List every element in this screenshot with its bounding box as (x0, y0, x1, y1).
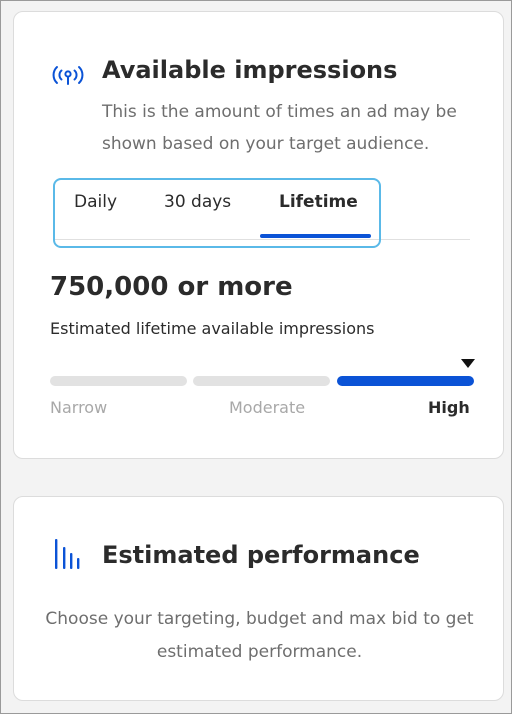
available-impressions-card: Available impressions This is the amount… (13, 11, 504, 459)
tab-30-days[interactable]: 30 days (164, 192, 231, 212)
range-label-narrow: Narrow (50, 398, 108, 417)
bar-chart-icon (55, 539, 81, 569)
performance-description: Choose your targeting, budget and max bi… (45, 609, 474, 662)
impressions-title: Available impressions (102, 56, 398, 84)
range-marker-icon (461, 359, 475, 368)
performance-title: Estimated performance (102, 541, 420, 569)
range-segment-high (337, 376, 474, 386)
active-tab-indicator (260, 234, 371, 238)
range-label-high: High (428, 398, 470, 417)
tab-daily[interactable]: Daily (74, 192, 117, 212)
range-segment-moderate (193, 376, 330, 386)
broadcast-signal-icon (52, 64, 84, 86)
impressions-value: 750,000 or more (50, 272, 293, 302)
impressions-description: This is the amount of times an ad may be… (102, 102, 457, 154)
estimated-performance-card: Estimated performance Choose your target… (13, 496, 504, 701)
range-segment-narrow (50, 376, 187, 386)
tab-lifetime[interactable]: Lifetime (279, 192, 358, 212)
page-frame: Available impressions This is the amount… (0, 0, 512, 714)
range-label-moderate: Moderate (229, 398, 306, 417)
impressions-value-label: Estimated lifetime available impressions (50, 319, 375, 338)
